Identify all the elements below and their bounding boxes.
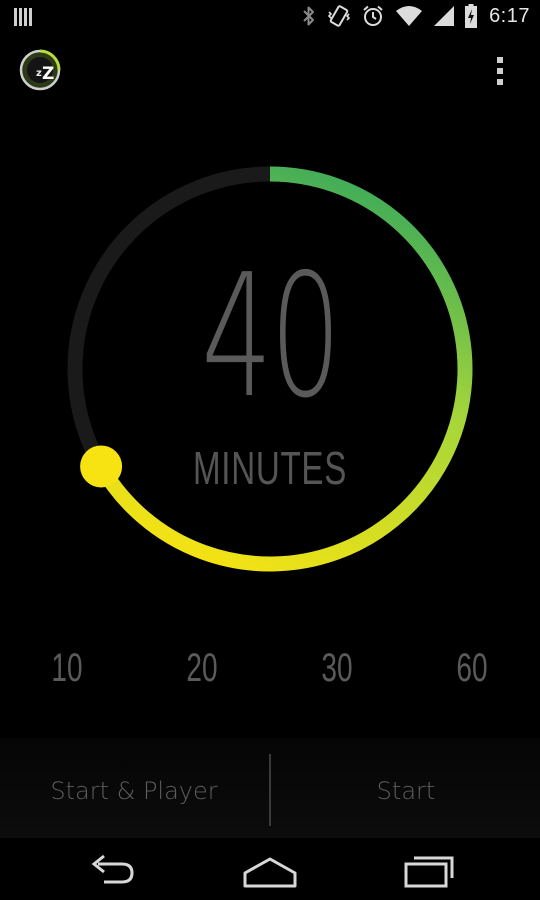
svg-text:Z: Z (42, 64, 54, 84)
action-divider (269, 754, 271, 826)
wifi-icon (395, 5, 423, 27)
preset-row: 10 20 30 60 (0, 640, 540, 700)
battery-charging-icon (465, 4, 478, 28)
preset-30-button[interactable]: 30 (309, 640, 365, 696)
home-icon[interactable] (240, 848, 300, 892)
vibrate-icon (327, 4, 351, 28)
cell-signal-icon (433, 5, 455, 27)
status-time: 6:17 (489, 4, 530, 27)
recents-icon[interactable] (398, 848, 458, 892)
preset-10-button[interactable]: 10 (39, 640, 95, 696)
start-and-player-button[interactable]: Start & Player (0, 738, 268, 838)
notification-bars-icon (14, 7, 34, 27)
timer-value: 40 (201, 238, 341, 436)
back-icon[interactable] (82, 848, 142, 892)
timer-unit-label: MINUTES (192, 442, 348, 494)
action-bar: Start & Player Start (0, 738, 540, 838)
preset-60-button[interactable]: 60 (444, 640, 500, 696)
overflow-menu-icon[interactable] (490, 54, 510, 88)
sleep-timer-logo-icon[interactable]: z Z (18, 48, 62, 92)
start-button[interactable]: Start (272, 738, 540, 838)
bluetooth-icon (301, 4, 317, 28)
alarm-icon (361, 4, 385, 28)
navigation-bar (0, 838, 540, 900)
preset-20-button[interactable]: 20 (174, 640, 230, 696)
status-bar: 6:17 (0, 0, 540, 36)
app-bar: z Z (0, 36, 540, 100)
